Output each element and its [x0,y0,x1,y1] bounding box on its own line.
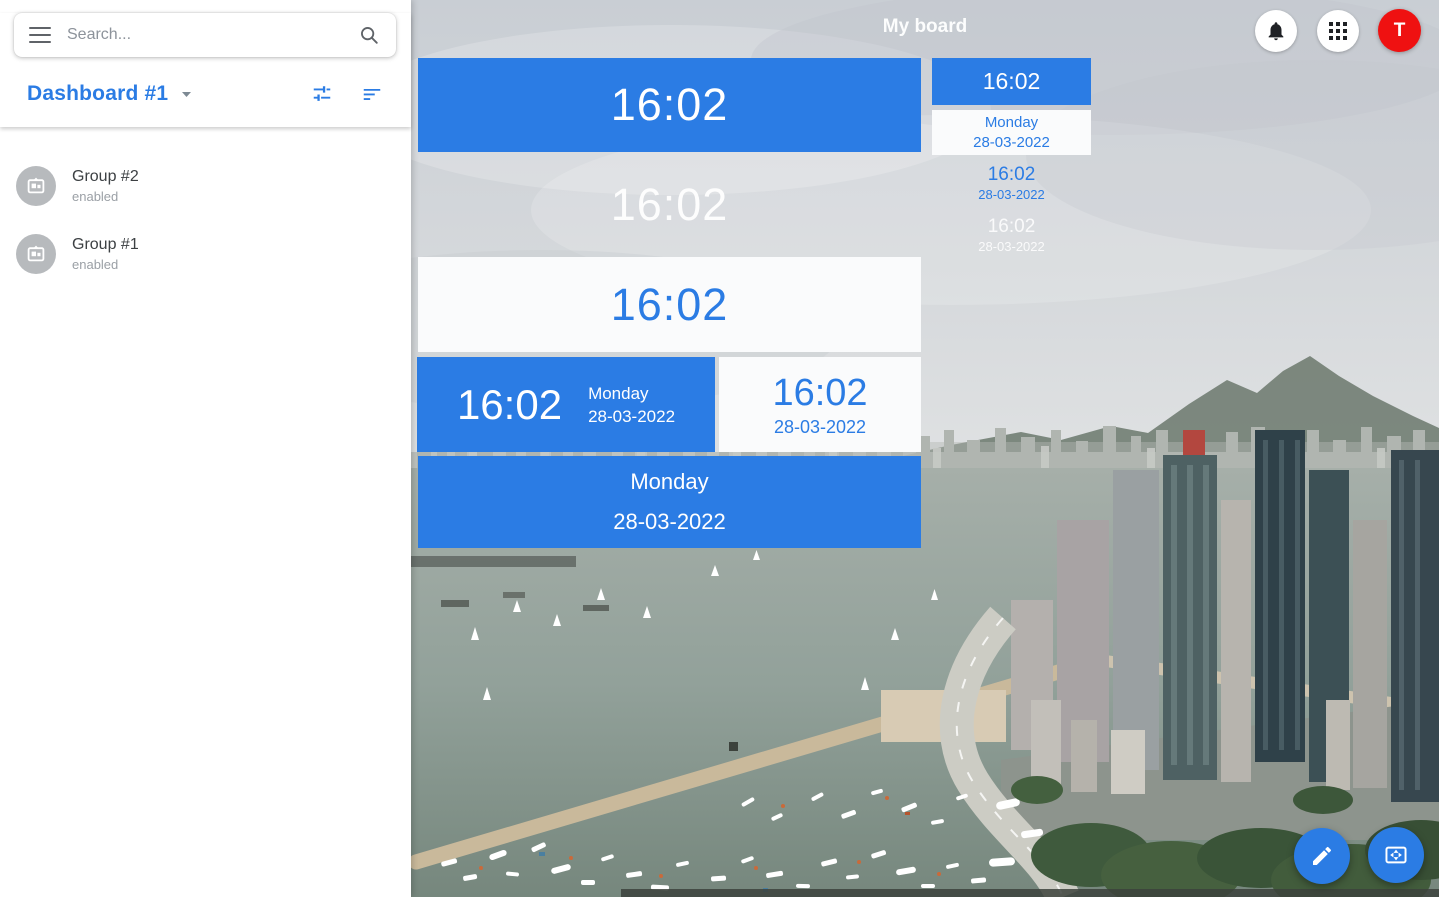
overscan-icon [1383,842,1409,868]
user-avatar[interactable]: T [1378,9,1421,52]
group-list-item-2[interactable]: Group #2 enabled [0,157,411,215]
apps-grid-icon [1329,22,1347,40]
dashboard-header-row: Dashboard #1 [0,57,411,125]
frame-icon [25,175,47,197]
group-list: Group #2 enabled Group #1 enabled [0,127,411,283]
clock-time: 16:02 [772,372,867,414]
clock-time: 16:02 [457,381,562,429]
clock-widget-large-transparent[interactable]: 16:02 [418,157,921,252]
clock-date: 28-03-2022 [978,238,1045,255]
edit-board-button[interactable] [1294,828,1350,884]
group-name: Group #2 [72,168,139,186]
clock-day: Monday [985,113,1038,133]
group-status: enabled [72,189,139,204]
mini-day-widget-white[interactable]: Monday 28-03-2022 [932,110,1091,155]
dashboard-title[interactable]: Dashboard #1 [27,82,168,106]
clock-date: 28-03-2022 [588,405,675,428]
clock-time: 16:02 [611,179,729,231]
notifications-button[interactable] [1255,10,1297,52]
group-name: Group #1 [72,236,139,254]
group-list-item-1[interactable]: Group #1 enabled [0,225,411,283]
shore-road [621,889,1439,897]
sidebar: Dashboard #1 [0,0,411,897]
clock-time: 16:02 [983,68,1041,95]
group-avatar [16,166,56,206]
fullscreen-button[interactable] [1368,827,1424,883]
clock-date-widget-white[interactable]: 16:02 28-03-2022 [719,357,921,452]
clock-day-widget-blue[interactable]: 16:02 Monday 28-03-2022 [417,357,715,452]
mini-clock-widget-blue[interactable]: 16:02 [932,58,1091,105]
mini-clock-widget-transparent-white[interactable]: 16:02 28-03-2022 [932,212,1091,258]
clock-day: Monday [630,462,708,502]
filter-settings-button[interactable] [309,81,335,107]
search-bar[interactable] [14,13,396,57]
clock-time: 16:02 [988,215,1036,238]
apps-button[interactable] [1317,10,1359,52]
clock-time: 16:02 [988,163,1036,186]
clock-date: 28-03-2022 [774,417,866,438]
day-date-widget-blue[interactable]: Monday 28-03-2022 [418,456,921,548]
sort-button[interactable] [359,81,385,107]
mini-clock-widget-transparent-blue[interactable]: 16:02 28-03-2022 [932,160,1091,206]
menu-icon[interactable] [29,27,51,43]
search-icon [358,24,380,46]
board-canvas: My board T 16:02 16:02 16:02 16:02 Monda… [411,0,1439,897]
frame-icon [25,243,47,265]
group-status: enabled [72,257,139,272]
clock-day: Monday [588,382,675,405]
clock-widget-large-white[interactable]: 16:02 [418,257,921,352]
search-button[interactable] [356,22,382,48]
sort-icon [361,83,383,105]
clock-widget-large-blue[interactable]: 16:02 [418,58,921,152]
clock-date: 28-03-2022 [973,133,1050,153]
clock-date: 28-03-2022 [613,502,726,542]
search-input[interactable] [67,26,346,44]
group-avatar [16,234,56,274]
chevron-down-icon[interactable] [181,85,192,103]
bell-icon [1265,20,1287,42]
clock-time: 16:02 [611,279,729,331]
sidebar-header: Dashboard #1 [0,13,411,127]
clock-date: 28-03-2022 [978,186,1045,203]
pencil-icon [1310,844,1334,868]
clock-time: 16:02 [611,79,729,131]
tune-icon [311,83,333,105]
